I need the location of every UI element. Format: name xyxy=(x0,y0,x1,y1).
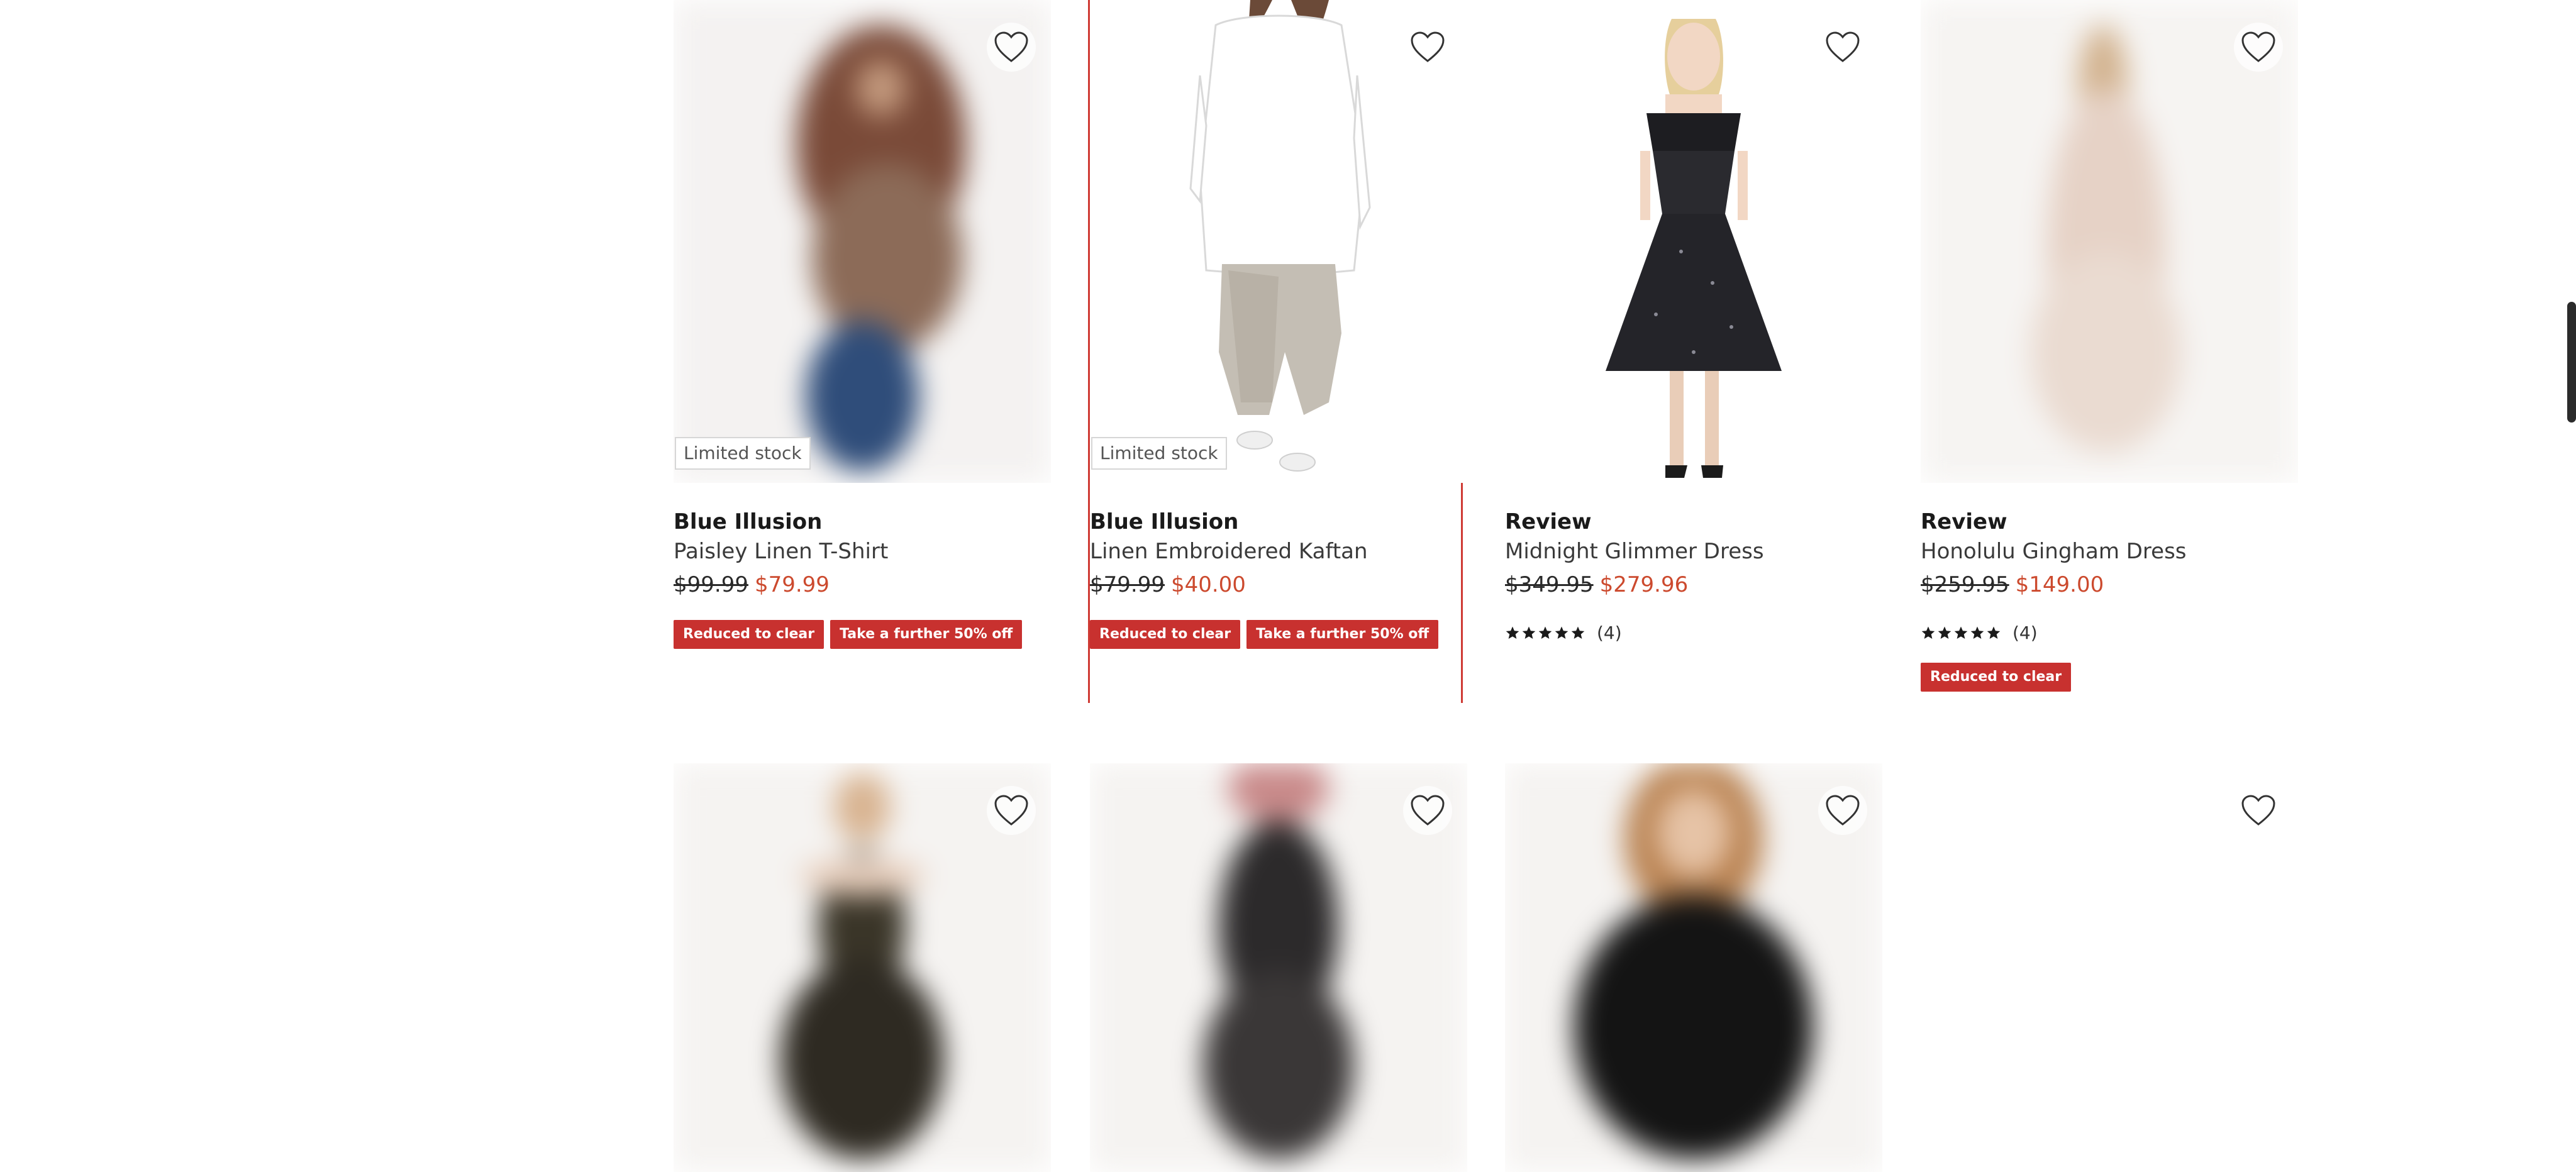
heart-outline-icon xyxy=(2241,795,2275,826)
original-price: $79.99 xyxy=(1090,572,1165,597)
product-image[interactable]: Limited stock xyxy=(674,0,1051,483)
stock-badge: Limited stock xyxy=(1091,437,1227,470)
sale-price: $40.00 xyxy=(1170,572,1246,597)
product-photo-blurred xyxy=(674,0,1051,483)
product-photo-blurred xyxy=(1921,0,2298,483)
wishlist-button[interactable] xyxy=(1403,786,1452,835)
star-rating xyxy=(1505,626,1585,641)
sale-price: $149.00 xyxy=(2015,572,2104,597)
promo-badge: Reduced to clear xyxy=(1921,663,2072,692)
promo-badge: Reduced to clear xyxy=(1090,620,1241,649)
wishlist-button[interactable] xyxy=(2234,23,2283,72)
star-icon xyxy=(1506,626,1519,639)
rating-count: (4) xyxy=(1597,622,1622,643)
product-image[interactable] xyxy=(1505,0,1882,483)
star-icon xyxy=(1555,626,1568,639)
product-card[interactable]: Limited stock Blue Illusion Linen Embroi… xyxy=(1090,0,1467,704)
heart-outline-icon xyxy=(2241,31,2275,62)
product-rating[interactable]: (4) xyxy=(1505,622,1622,643)
heart-outline-icon xyxy=(1411,795,1445,826)
stock-badge: Limited stock xyxy=(675,437,811,470)
wishlist-button[interactable] xyxy=(1818,786,1867,835)
product-brand[interactable]: Blue Illusion xyxy=(1090,508,1238,536)
product-image[interactable] xyxy=(1921,763,2298,1172)
star-icon xyxy=(1938,626,1951,639)
star-icon xyxy=(1522,626,1536,639)
product-card[interactable] xyxy=(674,763,1051,1172)
heart-outline-icon xyxy=(1826,795,1860,826)
wishlist-button[interactable] xyxy=(1403,23,1452,72)
product-card[interactable] xyxy=(1090,763,1467,1172)
original-price: $259.95 xyxy=(1921,572,2009,597)
product-price: $259.95 $149.00 xyxy=(1921,571,2104,599)
product-photo xyxy=(1505,0,1882,483)
promo-badge: Take a further 50% off xyxy=(1246,620,1439,649)
star-icon xyxy=(1954,626,1968,639)
product-image[interactable] xyxy=(1090,763,1467,1172)
product-price: $349.95 $279.96 xyxy=(1505,571,1688,599)
wishlist-button[interactable] xyxy=(2234,786,2283,835)
original-price: $99.99 xyxy=(674,572,748,597)
product-price: $99.99 $79.99 xyxy=(674,571,830,599)
promo-badges: Reduced to clear Take a further 50% off xyxy=(674,620,1023,649)
product-name[interactable]: Paisley Linen T-Shirt xyxy=(674,538,888,565)
product-brand[interactable]: Blue Illusion xyxy=(674,508,822,536)
rating-count: (4) xyxy=(2012,622,2038,643)
star-icon xyxy=(1538,626,1552,639)
product-brand[interactable]: Review xyxy=(1921,508,2007,536)
product-rating[interactable]: (4) xyxy=(1921,622,2038,643)
original-price: $349.95 xyxy=(1505,572,1594,597)
sale-price: $79.99 xyxy=(754,572,830,597)
product-name[interactable]: Honolulu Gingham Dress xyxy=(1921,538,2187,565)
product-name[interactable]: Linen Embroidered Kaftan xyxy=(1090,538,1368,565)
star-icon xyxy=(1970,626,1984,639)
product-brand[interactable]: Review xyxy=(1505,508,1592,536)
star-rating xyxy=(1921,626,2001,641)
product-card[interactable] xyxy=(1921,763,2298,1172)
product-card[interactable] xyxy=(1505,763,1882,1172)
promo-badge: Take a further 50% off xyxy=(830,620,1023,649)
promo-badges: Reduced to clear Take a further 50% off xyxy=(1090,620,1439,649)
promo-badges: Reduced to clear xyxy=(1921,663,2072,692)
product-image[interactable] xyxy=(674,763,1051,1172)
product-name[interactable]: Midnight Glimmer Dress xyxy=(1505,538,1764,565)
heart-outline-icon xyxy=(1826,31,1860,62)
product-image[interactable]: Limited stock xyxy=(1090,0,1467,483)
product-card[interactable]: Limited stock Blue Illusion Paisley Line… xyxy=(674,0,1051,704)
product-price: $79.99 $40.00 xyxy=(1090,571,1246,599)
promo-badge: Reduced to clear xyxy=(674,620,824,649)
star-icon xyxy=(1571,626,1585,639)
product-card[interactable]: Review Midnight Glimmer Dress $349.95 $27… xyxy=(1505,0,1882,704)
product-grid-page: Limited stock Blue Illusion Paisley Line… xyxy=(0,0,2576,1172)
product-image[interactable] xyxy=(1505,763,1882,1172)
heart-outline-icon xyxy=(994,795,1028,826)
wishlist-button[interactable] xyxy=(987,786,1036,835)
wishlist-button[interactable] xyxy=(987,23,1036,72)
star-icon xyxy=(1987,626,2001,639)
star-icon xyxy=(1921,626,1935,639)
page-scrollbar[interactable] xyxy=(2567,302,2576,423)
sale-price: $279.96 xyxy=(1599,572,1689,597)
heart-outline-icon xyxy=(994,31,1028,62)
heart-outline-icon xyxy=(1411,31,1445,62)
product-card[interactable]: Review Honolulu Gingham Dress $259.95 $14… xyxy=(1921,0,2298,704)
wishlist-button[interactable] xyxy=(1818,23,1867,72)
product-image[interactable] xyxy=(1921,0,2298,483)
product-photo xyxy=(1090,0,1467,483)
